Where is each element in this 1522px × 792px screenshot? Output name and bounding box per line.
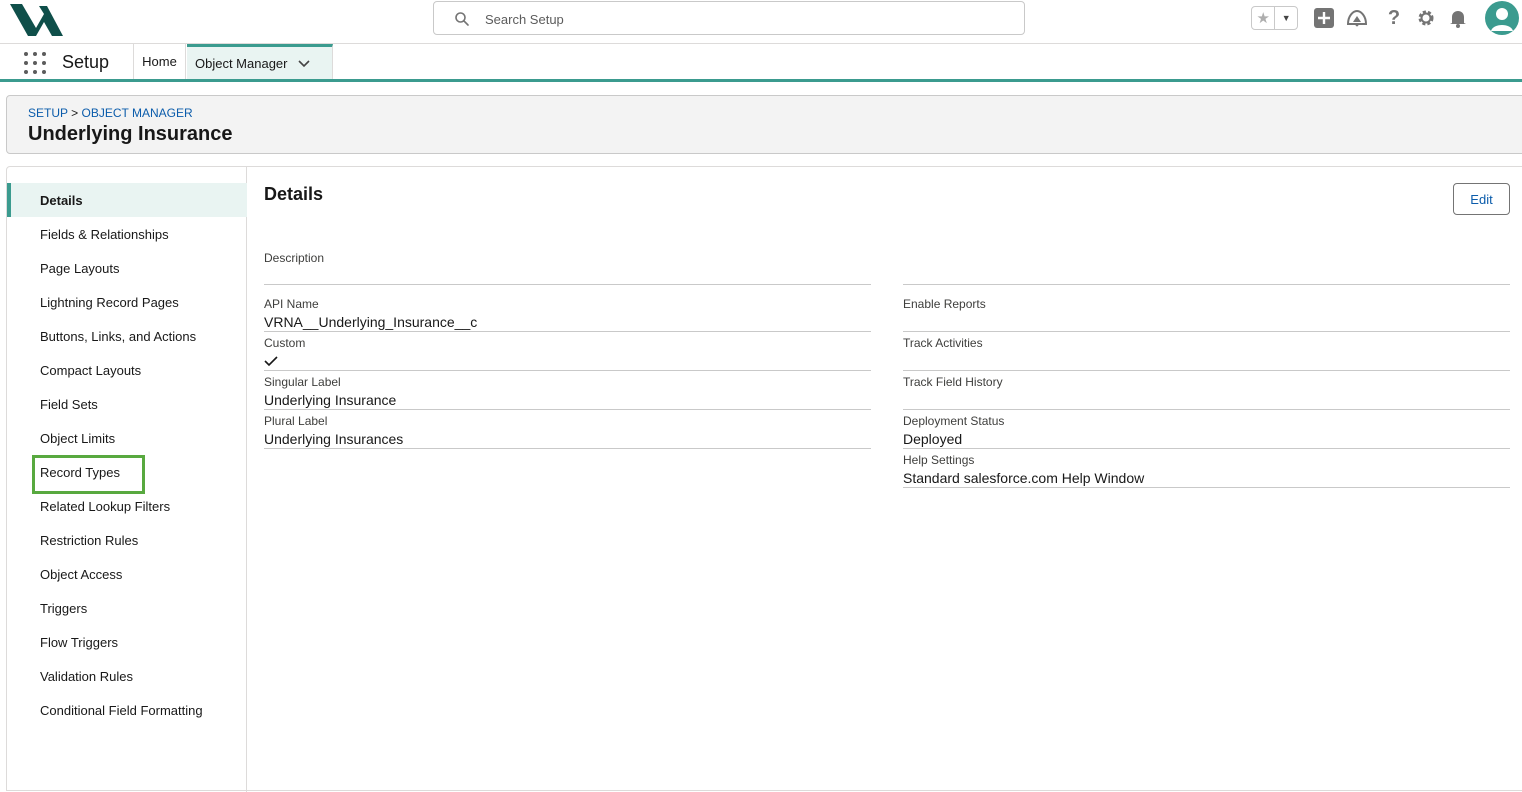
global-actions-add-icon[interactable]	[1313, 7, 1335, 29]
object-sidebar-nav: Details Fields & Relationships Page Layo…	[7, 167, 247, 792]
sidebar-item-triggers[interactable]: Triggers	[7, 591, 247, 625]
breadcrumb-setup-link[interactable]: SETUP	[28, 106, 68, 120]
field-label: Custom	[264, 336, 306, 350]
tab-object-manager[interactable]: Object Manager	[187, 44, 333, 79]
sidebar-item-record-types[interactable]: Record Types	[7, 455, 247, 489]
sidebar-item-field-sets[interactable]: Field Sets	[7, 387, 247, 421]
field-value: VRNA__Underlying_Insurance__c	[264, 314, 478, 330]
sidebar-item-object-limits[interactable]: Object Limits	[7, 421, 247, 455]
user-avatar-icon[interactable]	[1485, 1, 1519, 35]
field-label: Track Field History	[903, 375, 1003, 389]
setup-gear-icon[interactable]	[1415, 7, 1437, 29]
field-label: Deployment Status	[903, 414, 1005, 428]
tab-object-manager-label: Object Manager	[195, 55, 288, 71]
breadcrumb-object-manager-link[interactable]: OBJECT MANAGER	[82, 106, 193, 120]
search-placeholder: Search Setup	[485, 12, 564, 27]
details-panel: Details Edit Description API Name VRNA__…	[248, 167, 1522, 792]
field-help-settings: Help Settings Standard salesforce.com He…	[903, 453, 1510, 488]
field-api-name: API Name VRNA__Underlying_Insurance__c	[264, 297, 871, 332]
sidebar-item-page-layouts[interactable]: Page Layouts	[7, 251, 247, 285]
field-track-activities: Track Activities	[903, 336, 1510, 371]
breadcrumb: SETUP > OBJECT MANAGER	[28, 106, 193, 120]
sidebar-item-buttons-links-actions[interactable]: Buttons, Links, and Actions	[7, 319, 247, 353]
checkmark-icon	[264, 354, 278, 370]
details-heading: Details	[264, 184, 324, 204]
sidebar-item-related-lookup-filters[interactable]: Related Lookup Filters	[7, 489, 247, 523]
favorite-star-icon[interactable]: ★	[1252, 7, 1276, 29]
sidebar-item-conditional-field-formatting[interactable]: Conditional Field Formatting	[7, 693, 247, 727]
object-detail-card: Details Fields & Relationships Page Layo…	[6, 166, 1522, 792]
field-label: Plural Label	[264, 414, 328, 428]
field-enable-reports: Enable Reports	[903, 297, 1510, 332]
sidebar-item-validation-rules[interactable]: Validation Rules	[7, 659, 247, 693]
field-track-field-history: Track Field History	[903, 375, 1510, 410]
search-setup-input[interactable]: Search Setup	[433, 1, 1025, 35]
sidebar-item-compact-layouts[interactable]: Compact Layouts	[7, 353, 247, 387]
field-deployment-status: Deployment Status Deployed	[903, 414, 1510, 449]
field-label: API Name	[264, 297, 319, 311]
edit-button[interactable]: Edit	[1453, 183, 1510, 215]
field-label: Help Settings	[903, 453, 975, 467]
field-plural-label: Plural Label Underlying Insurances	[264, 414, 871, 449]
breadcrumb-separator: >	[71, 106, 79, 120]
field-value: Deployed	[903, 431, 963, 447]
tab-home[interactable]: Home	[134, 44, 186, 79]
field-value: Underlying Insurances	[264, 431, 404, 447]
field-label: Enable Reports	[903, 297, 986, 311]
field-value: Underlying Insurance	[264, 392, 397, 408]
favorites-group: ★ ▼	[1251, 6, 1298, 30]
field-label: Track Activities	[903, 336, 983, 350]
chevron-down-icon[interactable]	[297, 56, 310, 71]
app-name: Setup	[62, 52, 110, 72]
company-logo-icon[interactable]	[8, 2, 66, 38]
field-singular-label: Singular Label Underlying Insurance	[264, 375, 871, 410]
favorites-dropdown-icon[interactable]: ▼	[1275, 7, 1297, 29]
field-label: Description	[264, 251, 325, 265]
notifications-bell-icon[interactable]	[1447, 7, 1469, 29]
app-launcher-icon[interactable]	[24, 52, 46, 74]
field-description: Description	[264, 251, 871, 285]
global-header: Search Setup ★ ▼ ?	[0, 0, 1522, 44]
search-icon	[455, 12, 469, 26]
sidebar-item-object-access[interactable]: Object Access	[7, 557, 247, 591]
trailhead-icon[interactable]	[1346, 7, 1368, 29]
app-nav-bar: Setup Home Object Manager	[0, 44, 1522, 82]
sidebar-item-lightning-record-pages[interactable]: Lightning Record Pages	[7, 285, 247, 319]
page-title: Underlying Insurance	[28, 123, 233, 145]
field-value: Standard salesforce.com Help Window	[903, 470, 1145, 486]
page-header: SETUP > OBJECT MANAGER Underlying Insura…	[6, 95, 1522, 154]
help-icon[interactable]: ?	[1383, 7, 1405, 29]
sidebar-item-fields-relationships[interactable]: Fields & Relationships	[7, 217, 247, 251]
sidebar-item-flow-triggers[interactable]: Flow Triggers	[7, 625, 247, 659]
field-label: Singular Label	[264, 375, 341, 389]
sidebar-item-details[interactable]: Details	[7, 183, 247, 217]
field-custom: Custom	[264, 336, 871, 371]
field-right-blank	[903, 251, 1510, 285]
sidebar-item-restriction-rules[interactable]: Restriction Rules	[7, 523, 247, 557]
